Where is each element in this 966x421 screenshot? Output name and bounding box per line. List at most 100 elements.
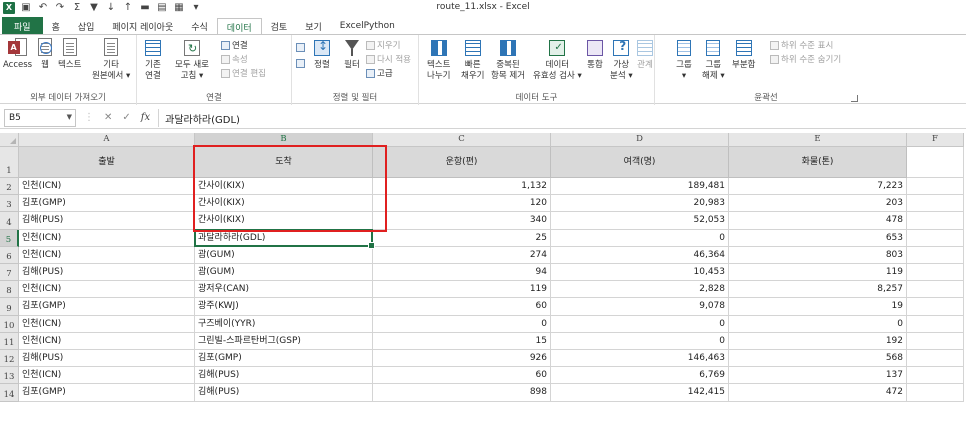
cell-e11[interactable]: 192 xyxy=(729,332,907,350)
tab-insert[interactable]: 삽입 xyxy=(69,17,104,35)
cell-b4[interactable]: 간사이(KIX) xyxy=(195,212,373,230)
row-header-10[interactable]: 10 xyxy=(0,315,19,333)
cell-f4[interactable] xyxy=(907,212,964,230)
save-icon[interactable]: ▣ xyxy=(20,2,32,14)
enter-icon[interactable]: ✓ xyxy=(122,112,130,123)
cell-d4[interactable]: 52,053 xyxy=(551,212,729,230)
whatif-analysis-button[interactable]: 가상 분석 ▾ xyxy=(610,38,633,82)
cell-c13[interactable]: 60 xyxy=(373,367,551,385)
sort-asc-icon[interactable]: ↓ xyxy=(105,2,117,14)
cell-a4[interactable]: 김해(PUS) xyxy=(19,212,195,230)
access-button[interactable]: A Access xyxy=(3,38,32,71)
refresh-all-button[interactable]: 모두 새로 고침 ▾ xyxy=(175,38,209,82)
row-header-6[interactable]: 6 xyxy=(0,246,19,264)
hide-detail-button[interactable]: 하위 수준 숨기기 xyxy=(770,53,841,65)
header-cell-e[interactable]: 화물(톤) xyxy=(729,147,907,178)
cell-d2[interactable]: 189,481 xyxy=(551,178,729,196)
cell-e8[interactable]: 8,257 xyxy=(729,281,907,299)
clear-filter-button[interactable]: 지우기 xyxy=(366,39,400,51)
tab-page-layout[interactable]: 페이지 레이아웃 xyxy=(103,17,182,35)
cell-b5[interactable]: 과달라하라(GDL) xyxy=(195,229,373,247)
other-sources-button[interactable]: 기타 원본에서 ▾ xyxy=(92,38,130,82)
formula-input[interactable]: 과달라하라(GDL) xyxy=(158,108,962,127)
cell-b2[interactable]: 간사이(KIX) xyxy=(195,178,373,196)
row-header-5[interactable]: 5 xyxy=(0,229,19,247)
cell-a3[interactable]: 김포(GMP) xyxy=(19,195,195,213)
row-header-3[interactable]: 3 xyxy=(0,195,19,213)
remove-duplicates-button[interactable]: 중복된 항목 제거 xyxy=(491,38,525,82)
cell-c10[interactable]: 0 xyxy=(373,315,551,333)
row-header-7[interactable]: 7 xyxy=(0,264,19,282)
column-header-e[interactable]: E xyxy=(729,133,907,147)
cell-c6[interactable]: 274 xyxy=(373,246,551,264)
cell-f14[interactable] xyxy=(907,384,964,402)
tab-home[interactable]: 홈 xyxy=(43,17,69,35)
cell-b10[interactable]: 구즈베이(YYR) xyxy=(195,315,373,333)
cell-a11[interactable]: 인천(ICN) xyxy=(19,332,195,350)
cell-e12[interactable]: 568 xyxy=(729,350,907,368)
header-cell-c[interactable]: 운항(편) xyxy=(373,147,551,178)
cancel-icon[interactable]: ✕ xyxy=(104,112,112,123)
outline-dialog-launcher-icon[interactable] xyxy=(851,95,858,102)
show-detail-button[interactable]: 하위 수준 표시 xyxy=(770,39,833,51)
cell-f12[interactable] xyxy=(907,350,964,368)
cell-b6[interactable]: 괌(GUM) xyxy=(195,246,373,264)
row-header-1[interactable]: 1 xyxy=(0,147,19,178)
header-cell-d[interactable]: 여객(명) xyxy=(551,147,729,178)
cell-d6[interactable]: 46,364 xyxy=(551,246,729,264)
column-header-a[interactable]: A xyxy=(19,133,195,147)
cell-c5[interactable]: 25 xyxy=(373,229,551,247)
cell-d7[interactable]: 10,453 xyxy=(551,264,729,282)
sort-desc-icon[interactable]: ↑ xyxy=(122,2,134,14)
cell-b14[interactable]: 김해(PUS) xyxy=(195,384,373,402)
column-header-c[interactable]: C xyxy=(373,133,551,147)
data-validation-button[interactable]: 데이터 유효성 검사 ▾ xyxy=(533,38,582,82)
cell-f8[interactable] xyxy=(907,281,964,299)
cell-e5[interactable]: 653 xyxy=(729,229,907,247)
cell-c11[interactable]: 15 xyxy=(373,332,551,350)
cell-f6[interactable] xyxy=(907,246,964,264)
cell-d10[interactable]: 0 xyxy=(551,315,729,333)
cell-d5[interactable]: 0 xyxy=(551,229,729,247)
cell-b11[interactable]: 그린빌-스파르탄버그(GSP) xyxy=(195,332,373,350)
cell-d13[interactable]: 6,769 xyxy=(551,367,729,385)
tab-review[interactable]: 검토 xyxy=(262,17,297,35)
cell-f11[interactable] xyxy=(907,332,964,350)
row-header-13[interactable]: 13 xyxy=(0,367,19,385)
cell-f9[interactable] xyxy=(907,298,964,316)
tab-file[interactable]: 파일 xyxy=(2,17,43,35)
row-header-12[interactable]: 12 xyxy=(0,350,19,368)
sort-button[interactable]: 정렬 xyxy=(312,38,332,71)
cell-c14[interactable]: 898 xyxy=(373,384,551,402)
row-header-11[interactable]: 11 xyxy=(0,332,19,350)
cell-f2[interactable] xyxy=(907,178,964,196)
cell-d3[interactable]: 20,983 xyxy=(551,195,729,213)
redo-icon[interactable]: ↷ xyxy=(54,2,66,14)
subtotal-button[interactable]: 부분합 xyxy=(732,38,755,71)
web-button[interactable]: 웹 xyxy=(35,38,55,71)
relationships-button[interactable]: 관계 xyxy=(635,38,655,71)
cell-c8[interactable]: 119 xyxy=(373,281,551,299)
column-header-f[interactable]: F xyxy=(907,133,964,147)
row-header-4[interactable]: 4 xyxy=(0,212,19,230)
cell-e9[interactable]: 19 xyxy=(729,298,907,316)
cell-e7[interactable]: 119 xyxy=(729,264,907,282)
existing-connections-button[interactable]: 기존 연결 xyxy=(143,38,163,82)
header-cell-a[interactable]: 출발 xyxy=(19,147,195,178)
cell-c2[interactable]: 1,132 xyxy=(373,178,551,196)
sort-az-button[interactable] xyxy=(296,41,307,53)
connections-button[interactable]: 연결 xyxy=(221,39,248,51)
reapply-button[interactable]: 다시 적용 xyxy=(366,53,411,65)
cell-a9[interactable]: 김포(GMP) xyxy=(19,298,195,316)
cell-b13[interactable]: 김해(PUS) xyxy=(195,367,373,385)
row-header-14[interactable]: 14 xyxy=(0,384,19,402)
pivot-icon[interactable]: ▦ xyxy=(173,2,185,14)
name-box[interactable]: B5 ▼ xyxy=(4,108,76,127)
cell-b7[interactable]: 괌(GUM) xyxy=(195,264,373,282)
cell-e4[interactable]: 478 xyxy=(729,212,907,230)
cell-f7[interactable] xyxy=(907,264,964,282)
cell-a14[interactable]: 김포(GMP) xyxy=(19,384,195,402)
edit-links-button[interactable]: 연결 편집 xyxy=(221,67,266,79)
cell-e2[interactable]: 7,223 xyxy=(729,178,907,196)
cell-e6[interactable]: 803 xyxy=(729,246,907,264)
